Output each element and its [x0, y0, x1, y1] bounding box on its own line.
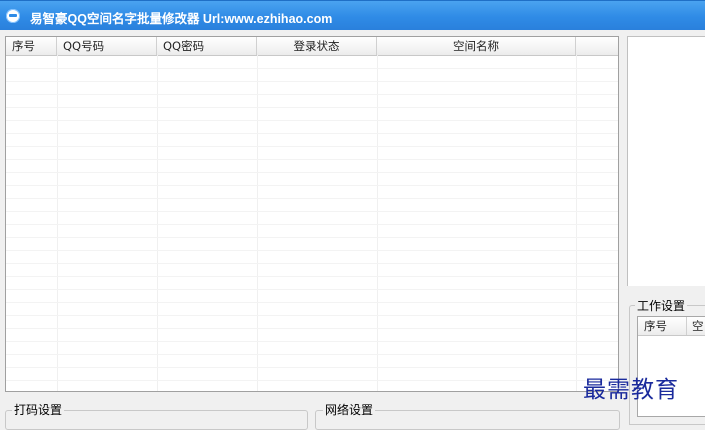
grid-row-line: [6, 276, 618, 277]
window-title: 易智豪QQ空间名字批量修改器 Url:www.ezhihao.com: [30, 12, 333, 26]
grid-row-line: [6, 198, 618, 199]
grid-row-line: [6, 315, 618, 316]
grid-row-line: [6, 172, 618, 173]
work-table-header: 序号 空: [638, 317, 705, 336]
work-settings-legend: 工作设置: [635, 297, 688, 314]
title-bar[interactable]: 易智豪QQ空间名字批量修改器 Url:www.ezhihao.com: [0, 0, 705, 30]
grid-row-line: [6, 354, 618, 355]
grid-row-line: [6, 250, 618, 251]
grid-row-line: [6, 94, 618, 95]
grid-row-line: [6, 302, 618, 303]
work-column-header-space[interactable]: 空: [687, 317, 705, 335]
grid-row-line: [6, 224, 618, 225]
column-header-qq-number[interactable]: QQ号码: [57, 37, 157, 55]
grid-row-line: [6, 263, 618, 264]
grid-row-line: [6, 341, 618, 342]
grid-row-line: [6, 159, 618, 160]
watermark-logo: 最需教育: [583, 377, 679, 403]
captcha-settings-legend: 打码设置: [12, 401, 65, 418]
grid-row-line: [6, 237, 618, 238]
grid-row-line: [6, 289, 618, 290]
column-header-index[interactable]: 序号: [6, 37, 57, 55]
log-panel: [627, 36, 705, 286]
account-table-header: 序号 QQ号码 QQ密码 登录状态 空间名称: [6, 37, 618, 56]
grid-row-line: [6, 68, 618, 69]
grid-row-line: [6, 133, 618, 134]
work-column-header-index[interactable]: 序号: [638, 317, 687, 335]
grid-row-line: [6, 328, 618, 329]
column-header-qq-password[interactable]: QQ密码: [157, 37, 257, 55]
grid-row-line: [6, 380, 618, 381]
grid-row-line: [6, 120, 618, 121]
column-header-filler: [576, 37, 618, 55]
grid-row-line: [6, 81, 618, 82]
account-table[interactable]: 序号 QQ号码 QQ密码 登录状态 空间名称: [5, 36, 619, 392]
grid-row-line: [6, 146, 618, 147]
column-header-login-status[interactable]: 登录状态: [257, 37, 377, 55]
grid-row-line: [6, 211, 618, 212]
grid-row-line: [6, 107, 618, 108]
grid-row-line: [6, 367, 618, 368]
app-icon: [6, 9, 20, 23]
network-settings-legend: 网络设置: [323, 401, 376, 418]
column-header-space-name[interactable]: 空间名称: [377, 37, 576, 55]
grid-row-line: [6, 185, 618, 186]
